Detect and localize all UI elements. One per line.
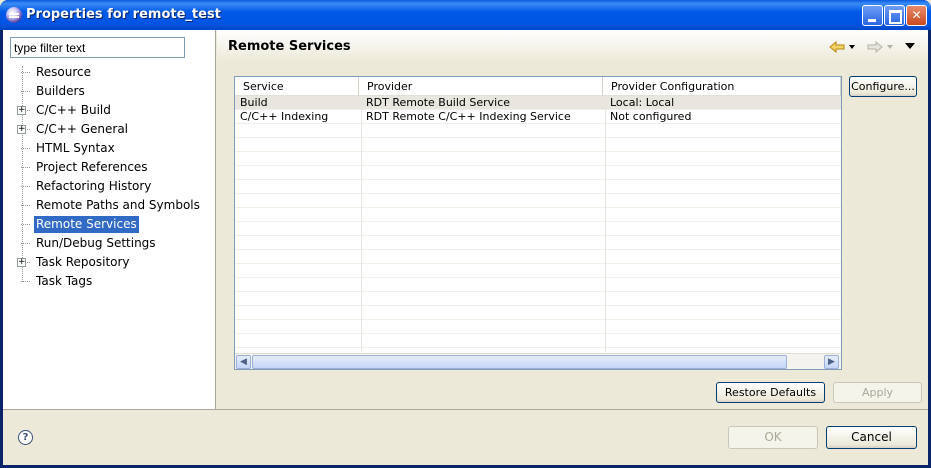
tree-connector: [21, 243, 30, 244]
title-bar[interactable]: Properties for remote_test ✕: [0, 0, 931, 30]
table-row: [235, 194, 841, 208]
tree-connector: [21, 167, 30, 168]
minimize-button[interactable]: [862, 5, 883, 26]
table-row: [235, 152, 841, 166]
close-button[interactable]: ✕: [906, 5, 927, 26]
bottom-separator: [3, 409, 928, 410]
tree-connector: [21, 205, 30, 206]
back-arrow-icon[interactable]: [829, 41, 845, 53]
ok-button[interactable]: OK: [728, 426, 818, 449]
back-dropdown-icon[interactable]: [849, 45, 855, 49]
cell-service: Build: [240, 96, 268, 109]
tree-item[interactable]: Run/Debug Settings: [34, 235, 158, 252]
apply-button[interactable]: Apply: [833, 382, 922, 403]
table-row: [235, 306, 841, 320]
table-row: [235, 208, 841, 222]
tree-item[interactable]: Refactoring History: [34, 178, 153, 195]
tree-item[interactable]: Task Tags: [34, 273, 94, 290]
column-header-provider[interactable]: Provider: [359, 77, 603, 96]
dialog-client: Resource Builders + C/C++ Build + C/C++ Gener…: [3, 30, 928, 465]
table-row: [235, 250, 841, 264]
maximize-button[interactable]: [884, 5, 905, 26]
column-divider: [605, 96, 606, 352]
expand-icon[interactable]: +: [17, 258, 26, 267]
forward-arrow-icon: [867, 41, 883, 53]
filter-input[interactable]: [10, 37, 185, 58]
configure-button[interactable]: Configure...: [849, 76, 917, 97]
tree-item[interactable]: Task Repository: [34, 254, 132, 271]
page-title: Remote Services: [228, 39, 351, 54]
page-pane: Remote Services Service Provider Provide…: [217, 30, 928, 409]
expand-icon[interactable]: +: [17, 125, 26, 134]
column-header-provider-configuration[interactable]: Provider Configuration: [603, 77, 841, 96]
table-row: [235, 334, 841, 348]
table-row: [235, 264, 841, 278]
table-row: [235, 180, 841, 194]
cell-provider: RDT Remote Build Service: [366, 96, 511, 109]
column-divider: [361, 96, 362, 352]
tree-connector: [21, 148, 30, 149]
column-header-service[interactable]: Service: [235, 77, 359, 96]
table-row[interactable]: Build RDT Remote Build Service Local: Loca…: [235, 96, 841, 110]
table-row: [235, 292, 841, 306]
tree-connector: [21, 91, 30, 92]
window-title: Properties for remote_test: [26, 7, 221, 22]
help-icon[interactable]: ?: [18, 430, 33, 445]
cell-service: C/C++ Indexing: [240, 110, 329, 123]
tree-item[interactable]: Project References: [34, 159, 150, 176]
tree-item[interactable]: Builders: [34, 83, 87, 100]
tree-item[interactable]: HTML Syntax: [34, 140, 117, 157]
table-row: [235, 166, 841, 180]
cell-provider: RDT Remote C/C++ Indexing Service: [366, 110, 571, 123]
scroll-right-button[interactable]: ▶: [824, 355, 839, 369]
tree-connector: [21, 281, 30, 282]
cell-config: Not configured: [610, 110, 692, 123]
tree-connector: [21, 186, 30, 187]
table-row: [235, 278, 841, 292]
table-row: [235, 222, 841, 236]
tree-guide-line: [22, 66, 23, 282]
cancel-button[interactable]: Cancel: [826, 426, 917, 449]
property-tree-pane: Resource Builders + C/C++ Build + C/C++ Gener…: [3, 30, 216, 409]
restore-defaults-button[interactable]: Restore Defaults: [716, 382, 825, 403]
services-table[interactable]: Service Provider Provider Configuration …: [234, 76, 842, 370]
properties-dialog: Properties for remote_test ✕ Resource Bui…: [0, 0, 931, 468]
table-row: [235, 236, 841, 250]
cell-config: Local: Local: [610, 96, 675, 109]
table-row: [235, 320, 841, 334]
eclipse-icon: [6, 7, 22, 23]
expand-icon[interactable]: +: [17, 106, 26, 115]
page-header: Remote Services: [217, 30, 928, 62]
tree-item[interactable]: Resource: [34, 64, 93, 81]
scroll-left-button[interactable]: ◀: [236, 355, 251, 369]
tree-item[interactable]: C/C++ General: [34, 121, 130, 138]
tree-item[interactable]: Remote Paths and Symbols: [34, 197, 202, 214]
tree-item[interactable]: C/C++ Build: [34, 102, 113, 119]
tree-connector: [21, 72, 30, 73]
tree-connector: [21, 224, 30, 225]
tree-item[interactable]: Remote Services: [34, 216, 139, 233]
table-row: [235, 138, 841, 152]
table-row: [235, 124, 841, 138]
scroll-thumb[interactable]: [252, 355, 787, 369]
horizontal-scrollbar[interactable]: ◀ ▶: [235, 353, 841, 369]
view-menu-icon[interactable]: [905, 43, 915, 49]
forward-dropdown-icon: [887, 45, 893, 49]
table-row[interactable]: C/C++ Indexing RDT Remote C/C++ Indexing …: [235, 110, 841, 124]
